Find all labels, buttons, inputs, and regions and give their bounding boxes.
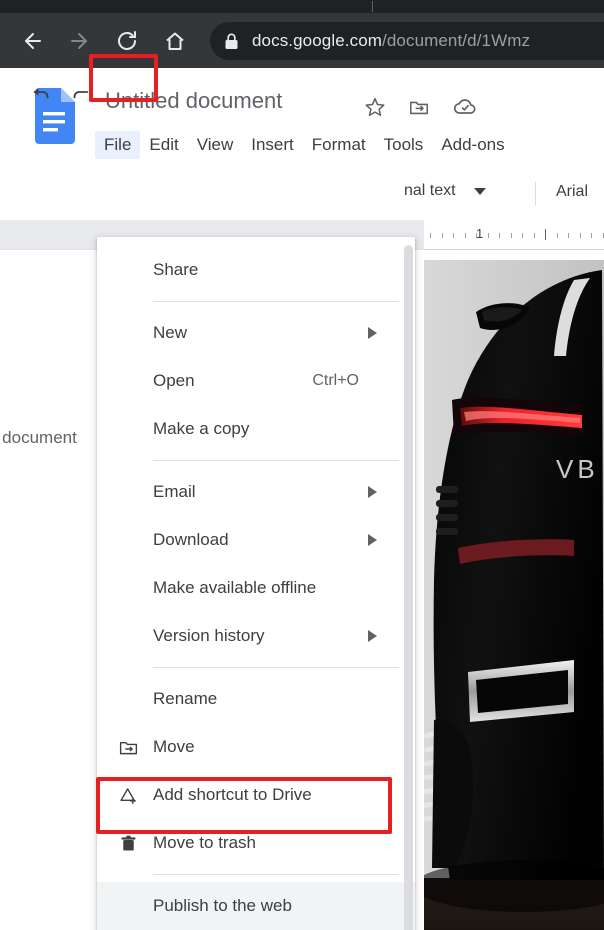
menu-bar: File Edit View Insert Format Tools Add-ons xyxy=(95,130,514,160)
menu-separator xyxy=(153,667,399,668)
back-button[interactable] xyxy=(10,13,56,68)
browser-window: docs.google.com/document/d/1Wmz Untitled… xyxy=(0,0,604,930)
star-icon[interactable] xyxy=(362,94,388,120)
ruler-tick xyxy=(568,233,569,238)
ruler-tick xyxy=(545,229,546,240)
reload-icon xyxy=(115,29,139,53)
ruler-tick xyxy=(453,233,454,238)
menu-item-share[interactable]: Share xyxy=(97,246,415,294)
reload-button[interactable] xyxy=(104,13,150,68)
forward-button[interactable] xyxy=(56,13,102,68)
menu-item-version-history[interactable]: Version history xyxy=(97,612,415,660)
back-arrow-icon xyxy=(21,29,45,53)
submenu-arrow-icon xyxy=(368,486,377,498)
url-path: /document/d/1Wmz xyxy=(382,31,531,50)
menu-format[interactable]: Format xyxy=(303,131,375,159)
home-icon xyxy=(163,29,187,53)
menu-separator xyxy=(153,874,399,875)
redo-icon[interactable] xyxy=(66,78,94,106)
menu-item-label: Share xyxy=(153,260,199,279)
move-folder-icon xyxy=(117,736,139,758)
url-host: docs.google.com xyxy=(252,31,383,50)
submenu-arrow-icon xyxy=(368,630,377,642)
menu-item-label: Add shortcut to Drive xyxy=(153,785,312,804)
menu-item-label: Make a copy xyxy=(153,419,250,438)
ruler-tick xyxy=(510,233,512,238)
menu-item-label: Rename xyxy=(153,689,218,708)
horizontal-ruler[interactable]: 1 xyxy=(424,220,604,250)
menu-item-label: Email xyxy=(153,482,196,501)
document-body-text: e document xyxy=(0,428,77,447)
menu-separator xyxy=(153,301,399,302)
ruler-tick xyxy=(579,233,581,238)
url-text: docs.google.com/document/d/1Wmz xyxy=(252,31,530,51)
menu-top-spacer xyxy=(97,237,415,246)
menu-separator xyxy=(153,460,399,461)
ruler-tick xyxy=(487,233,489,238)
menu-item-add-shortcut-to-drive[interactable]: Add shortcut to Drive xyxy=(97,771,415,819)
menu-item-new[interactable]: New xyxy=(97,309,415,357)
move-to-folder-icon[interactable] xyxy=(406,94,432,120)
paragraph-style-dropdown[interactable]: nal text xyxy=(404,182,486,200)
menu-insert[interactable]: Insert xyxy=(242,131,303,159)
browser-tab-strip[interactable] xyxy=(0,0,604,13)
address-bar[interactable]: docs.google.com/document/d/1Wmz xyxy=(210,22,604,60)
paragraph-style-label: nal text xyxy=(404,182,456,199)
ruler-tick xyxy=(522,233,523,238)
menu-item-shortcut: Ctrl+O xyxy=(312,372,359,389)
menu-add-ons[interactable]: Add-ons xyxy=(432,131,513,159)
menu-item-label: Download xyxy=(153,530,229,549)
submenu-arrow-icon xyxy=(368,534,377,546)
menu-item-download[interactable]: Download xyxy=(97,516,415,564)
menu-item-label: Open xyxy=(153,371,195,390)
menu-item-move-to-trash[interactable]: Move to trash xyxy=(97,819,415,867)
menu-item-move[interactable]: Move xyxy=(97,723,415,771)
menu-item-label: Make available offline xyxy=(153,578,317,597)
menu-item-rename[interactable]: Rename xyxy=(97,675,415,723)
svg-text:VB: VB xyxy=(556,454,599,484)
ruler-tick xyxy=(441,233,443,238)
menu-scrollbar[interactable] xyxy=(404,245,413,930)
document-image[interactable]: VB xyxy=(424,260,604,930)
forward-arrow-icon xyxy=(67,29,91,53)
home-button[interactable] xyxy=(152,13,198,68)
toolbar-divider xyxy=(535,182,536,206)
menu-tools[interactable]: Tools xyxy=(375,131,433,159)
docs-toolbar xyxy=(0,172,604,220)
menu-item-label: Move to trash xyxy=(153,833,256,852)
chevron-down-icon xyxy=(473,187,486,195)
menu-item-make-available-offline[interactable]: Make available offline xyxy=(97,564,415,612)
file-menu-dropdown[interactable]: Share New Open Ctrl+O Make a copy Email Downlo… xyxy=(97,237,415,930)
ruler-tick xyxy=(464,233,466,238)
menu-item-publish-to-the-web[interactable]: Publish to the web xyxy=(97,882,415,930)
menu-item-label: Move xyxy=(153,737,195,756)
menu-view[interactable]: View xyxy=(188,131,243,159)
add-shortcut-icon xyxy=(117,784,139,806)
ruler-tick xyxy=(430,233,431,238)
google-docs-app: Untitled document File Edit View Insert Form… xyxy=(0,68,604,930)
ruler-tick xyxy=(602,233,604,238)
menu-file[interactable]: File xyxy=(95,131,141,159)
ruler-tick xyxy=(591,233,592,238)
menu-item-make-a-copy[interactable]: Make a copy xyxy=(97,405,415,453)
document-title[interactable]: Untitled document xyxy=(105,88,282,114)
menu-item-label: Version history xyxy=(153,626,265,645)
lock-icon xyxy=(210,33,252,50)
tab-separator xyxy=(372,1,373,12)
ruler-tick xyxy=(533,233,535,238)
trash-icon xyxy=(117,832,139,854)
menu-item-label: New xyxy=(153,323,188,342)
menu-item-email[interactable]: Email xyxy=(97,468,415,516)
ruler-tick xyxy=(499,233,500,238)
submenu-arrow-icon xyxy=(368,327,377,339)
file-menu-list: Share New Open Ctrl+O Make a copy Email Downlo… xyxy=(97,246,415,930)
cloud-saved-icon[interactable] xyxy=(452,94,478,120)
menu-edit[interactable]: Edit xyxy=(140,131,187,159)
font-family-dropdown[interactable]: Arial xyxy=(556,183,588,201)
menu-item-label: Publish to the web xyxy=(153,896,292,915)
ruler-number: 1 xyxy=(476,226,484,241)
menu-item-open[interactable]: Open Ctrl+O xyxy=(97,357,415,405)
ruler-tick xyxy=(556,233,558,238)
undo-icon[interactable] xyxy=(28,78,56,106)
